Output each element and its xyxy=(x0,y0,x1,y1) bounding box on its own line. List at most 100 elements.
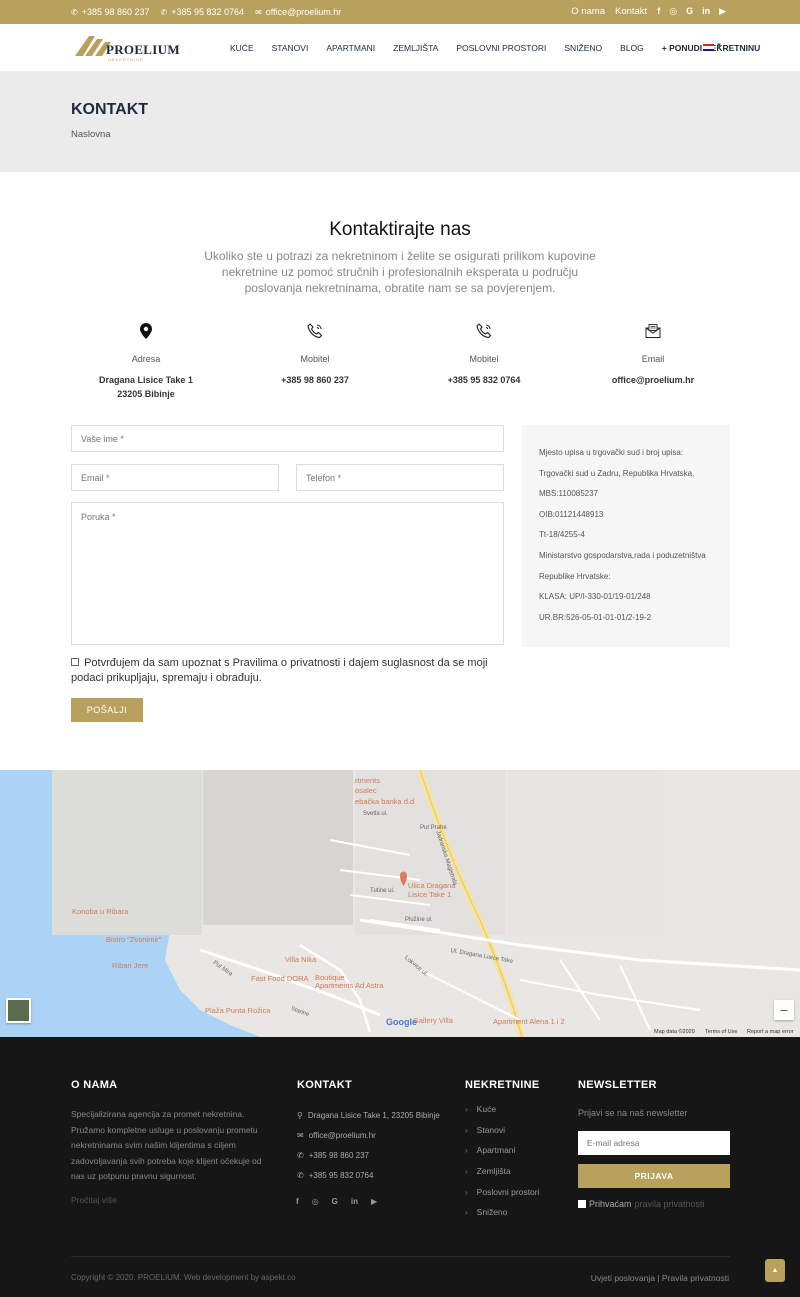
top-email[interactable]: ✉ office@proelium.hr xyxy=(255,7,341,17)
contact-link[interactable]: Kontakt xyxy=(615,6,647,17)
footer-contact-email[interactable]: ✉ office@proelium.hr xyxy=(297,1125,440,1145)
phone-icon: ✆ xyxy=(297,1170,304,1180)
phone-field[interactable]: Telefon * xyxy=(296,464,504,491)
newsletter-submit-button[interactable]: PRIJAVA xyxy=(578,1164,730,1188)
email-field[interactable]: Email * xyxy=(71,464,279,491)
envelope-icon: ✉ xyxy=(255,7,262,17)
map-poi[interactable]: osalec xyxy=(355,786,377,795)
google-icon[interactable]: G xyxy=(686,6,693,17)
read-more-link[interactable]: Pročitaj više xyxy=(71,1195,117,1205)
map-poi[interactable]: Apartments Ad Astra xyxy=(315,981,383,990)
linkedin-icon[interactable]: in xyxy=(702,6,710,17)
chevron-right-icon: › xyxy=(465,1187,468,1197)
nav-item-apartmani[interactable]: APARTMANI xyxy=(326,43,375,53)
send-button[interactable]: POŠALJI xyxy=(71,698,143,722)
contact-info-label: Email xyxy=(641,354,665,364)
chevron-right-icon: › xyxy=(465,1167,468,1177)
map-canvas xyxy=(0,770,800,1037)
map-poi[interactable]: Fast Food DORA xyxy=(251,974,309,983)
youtube-icon[interactable]: ▶ xyxy=(371,1197,377,1206)
footer-contact-phone-1[interactable]: ✆ +385 98 860 237 xyxy=(297,1145,440,1165)
newsletter-subtitle: Prijavi se na naš newsletter xyxy=(578,1108,688,1118)
footer-link-zemljista[interactable]: › Zemljišta xyxy=(465,1166,540,1187)
footer-about-title: O NAMA xyxy=(71,1079,118,1091)
registry-line: UR.BR:526-05-01-01-01/2-19-2 xyxy=(539,612,652,622)
footer-contact-phone-2[interactable]: ✆ +385 95 832 0764 xyxy=(297,1165,440,1185)
map-report-link[interactable]: Report a map error xyxy=(747,1029,793,1035)
registry-line: Mjesto upisa u trgovački sud i broj upis… xyxy=(539,448,684,457)
map-poi[interactable]: Bistro "Zvonimir" xyxy=(106,935,161,944)
top-social: f ◎ G in ▶ xyxy=(657,6,726,17)
footer-contact-text: +385 95 832 0764 xyxy=(308,1170,374,1180)
contact-info-value[interactable]: office@proelium.hr xyxy=(578,373,728,387)
footer-contact-list: ⚲ Dragana Lisice Take 1, 23205 Bibinje ✉ o… xyxy=(297,1105,440,1185)
map-poi[interactable]: Riban Jere xyxy=(112,961,148,970)
contact-info-value[interactable]: +385 95 832 0764 xyxy=(409,373,559,387)
map-street: Put Prahe xyxy=(420,825,447,831)
map-poi[interactable]: Villa Nika xyxy=(285,955,316,964)
map-poi[interactable]: Konoba u Ribara xyxy=(72,907,128,916)
nav-item-zemljista[interactable]: ZEMLJIŠTA xyxy=(393,43,438,53)
footer-link-label: Stanovi xyxy=(476,1124,506,1135)
newsletter-email-input[interactable]: E-mail adresa xyxy=(578,1131,730,1155)
facebook-icon[interactable]: f xyxy=(657,6,660,17)
croatian-flag-icon[interactable] xyxy=(703,44,714,51)
breadcrumb[interactable]: Naslovna xyxy=(71,129,111,140)
phone-icon: ✆ xyxy=(297,1150,304,1160)
map-terms-link[interactable]: Terms of Use xyxy=(705,1029,737,1035)
google-icon[interactable]: G xyxy=(332,1197,338,1206)
map-poi[interactable]: Plaža Punta Rožica xyxy=(205,1006,270,1015)
about-link[interactable]: O nama xyxy=(571,6,605,17)
nav-item-kuce[interactable]: KUĆE xyxy=(230,43,254,53)
map-poi[interactable]: ebačka banka d.d xyxy=(355,797,414,806)
registry-line: Tt-18/4255-4 xyxy=(539,530,585,540)
map-poi[interactable]: Apartment Alena 1 i 2 xyxy=(493,1017,565,1026)
page-title: KONTAKT xyxy=(71,101,149,118)
footer-link-kuce[interactable]: › Kuće xyxy=(465,1104,540,1125)
footer-link-snizeno[interactable]: › Sniženo xyxy=(465,1207,540,1228)
google-logo[interactable]: Google xyxy=(386,1017,417,1027)
name-field[interactable]: Vaše ime * xyxy=(71,425,504,452)
linkedin-icon[interactable]: in xyxy=(351,1197,358,1206)
top-phone-1[interactable]: ✆ +385 98 860 237 xyxy=(71,7,150,17)
privacy-policy-link[interactable]: pravila privatnosti xyxy=(635,1199,705,1209)
registry-line: KLASA: UP/I-330-01/19-01/248 xyxy=(539,592,651,602)
logo-text[interactable]: PROELIUM xyxy=(106,42,180,58)
map-poi[interactable]: Gallery Villa xyxy=(413,1016,453,1025)
location-map[interactable]: Ulica Dragana Lisice Take 1 Konoba u Riba… xyxy=(0,770,800,1037)
footer-link-label: Zemljišta xyxy=(476,1166,511,1177)
youtube-icon[interactable]: ▶ xyxy=(719,6,726,17)
footer-link-poslovni-prostori[interactable]: › Poslovni prostori xyxy=(465,1187,540,1208)
legal-links[interactable]: Uvjeti poslovanja | Pravila privatnosti xyxy=(591,1273,729,1283)
footer-link-apartmani[interactable]: › Apartmani xyxy=(465,1145,540,1166)
nav-item-poslovni-prostori[interactable]: POSLOVNI PROSTORI xyxy=(456,43,546,53)
top-phone-2[interactable]: ✆ +385 95 832 0764 xyxy=(161,7,245,17)
phone-icon: ✆ xyxy=(160,7,168,17)
nav-item-blog[interactable]: BLOG xyxy=(620,43,644,53)
footer-link-stanovi[interactable]: › Stanovi xyxy=(465,1125,540,1146)
footer-contact-address[interactable]: ⚲ Dragana Lisice Take 1, 23205 Bibinje xyxy=(297,1105,440,1125)
facebook-icon[interactable]: f xyxy=(296,1197,299,1206)
top-bar: ✆ +385 98 860 237 ✆ +385 95 832 0764 ✉ offi… xyxy=(0,0,800,24)
newsletter-consent-checkbox[interactable] xyxy=(578,1200,586,1208)
nav-item-snizeno[interactable]: SNIŽENO xyxy=(564,43,602,53)
chevron-down-icon[interactable]: ▼ xyxy=(716,43,722,49)
registry-line: Republike Hrvatske: xyxy=(539,571,611,581)
satellite-toggle[interactable] xyxy=(6,998,31,1023)
back-to-top-button[interactable]: ▲ xyxy=(765,1259,785,1282)
contact-info-email: Email office@proelium.hr xyxy=(578,320,728,387)
zoom-out-button[interactable]: − xyxy=(774,1000,794,1020)
nav-item-stanovi[interactable]: STANOVI xyxy=(272,43,309,53)
footer-social: f ◎ G in ▶ xyxy=(296,1197,377,1206)
footer-link-label: Sniženo xyxy=(476,1207,508,1218)
instagram-icon[interactable]: ◎ xyxy=(312,1197,319,1206)
map-street: Tutine ul. xyxy=(370,888,395,894)
footer-properties-list: › Kuće › Stanovi › Apartmani › Zemljišta › Po… xyxy=(465,1104,540,1228)
contact-info-value[interactable]: +385 98 860 237 xyxy=(240,373,390,387)
footer-about-text: Specijalizirana agencija za promet nekre… xyxy=(71,1109,262,1181)
instagram-icon[interactable]: ◎ xyxy=(669,6,677,17)
message-textarea[interactable]: Poruka * xyxy=(71,502,504,645)
newsletter-consent: Prihvaćam pravila privatnosti xyxy=(578,1199,705,1209)
consent-checkbox[interactable] xyxy=(71,658,79,666)
map-poi[interactable]: rtments xyxy=(355,776,380,785)
